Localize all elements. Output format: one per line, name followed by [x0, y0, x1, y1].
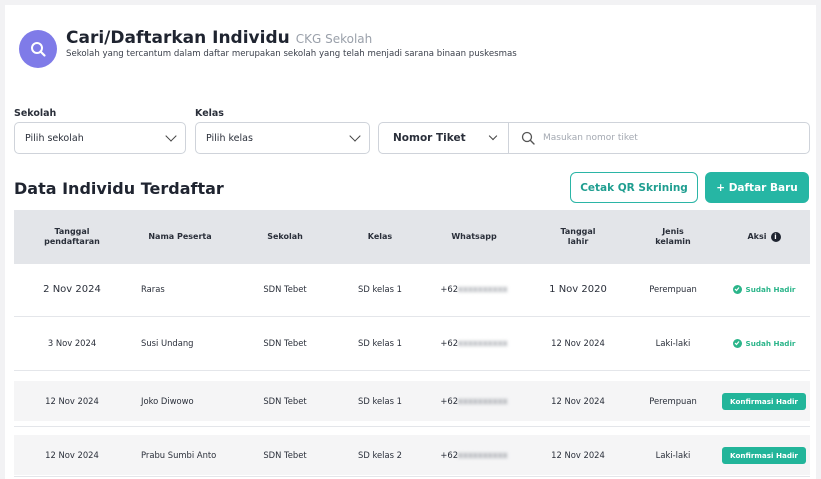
class-name: SD kelas 1: [358, 396, 402, 406]
section-title: Data Individu Terdaftar: [14, 179, 224, 198]
registered-date: 12 Nov 2024: [45, 396, 99, 406]
row-divider: [14, 316, 810, 317]
column-header: Aksi: [747, 232, 767, 242]
whatsapp-prefix: +62: [440, 396, 459, 406]
school-label: Sekolah: [14, 108, 57, 119]
check-icon: [732, 284, 742, 294]
class-name: SD kelas 2: [358, 450, 402, 460]
column-header: Nama Peserta: [148, 232, 212, 242]
registered-date: 12 Nov 2024: [45, 450, 99, 460]
column-header: Tanggal lahir: [560, 227, 596, 246]
row-divider: [14, 426, 810, 427]
ticket-search-field[interactable]: [509, 123, 809, 153]
whatsapp-prefix: +62: [440, 338, 459, 348]
attended-status-label: Sudah Hadir: [745, 338, 796, 348]
class-select-value: Pilih kelas: [206, 132, 253, 144]
school-select[interactable]: Pilih sekolah: [14, 122, 186, 154]
ticket-type-select[interactable]: Nomor Tiket: [379, 123, 509, 153]
school-name: SDN Tebet: [263, 450, 307, 460]
registered-date: 3 Nov 2024: [47, 338, 97, 348]
gender: Perempuan: [649, 396, 697, 406]
class-name: SD kelas 1: [358, 338, 402, 348]
birth-date: 1 Nov 2020: [549, 283, 607, 295]
whatsapp-number: +62 xxxxxxxxxx: [420, 269, 528, 309]
whatsapp-number: +62 xxxxxxxxxx: [420, 435, 528, 475]
search-icon: [19, 30, 57, 68]
participant-name: Joko Diwowo: [141, 396, 194, 406]
school-name: SDN Tebet: [263, 338, 307, 348]
column-header: Kelas: [367, 232, 393, 242]
action-cell: Konfirmasi Hadir: [718, 435, 810, 475]
whatsapp-redacted: xxxxxxxxxx: [458, 396, 508, 406]
participant-name: Raras: [141, 284, 165, 294]
page-title-suffix: CKG Sekolah: [295, 32, 373, 46]
ticket-search-group: Nomor Tiket: [378, 122, 810, 154]
whatsapp-prefix: +62: [440, 450, 459, 460]
table-row: 12 Nov 2024 Prabu Sumbi Anto SDN Tebet S…: [14, 435, 810, 475]
page-title-row: Cari/Daftarkan Individu CKG Sekolah: [66, 28, 372, 48]
register-new-button[interactable]: + Daftar Baru: [705, 172, 809, 203]
column-header: Sekolah: [267, 232, 303, 242]
search-icon: [521, 131, 535, 145]
action-cell: Sudah Hadir: [718, 323, 810, 363]
birth-date: 12 Nov 2024: [551, 338, 605, 348]
attended-status: Sudah Hadir: [732, 338, 796, 348]
print-qr-button[interactable]: Cetak QR Skrining: [570, 172, 698, 203]
action-cell: Konfirmasi Hadir: [718, 381, 810, 421]
chevron-down-icon: [488, 131, 498, 141]
participant-name: Prabu Sumbi Anto: [141, 450, 217, 460]
whatsapp-number: +62 xxxxxxxxxx: [420, 323, 528, 363]
page: Cari/Daftarkan Individu CKG Sekolah Seko…: [5, 5, 816, 479]
action-cell: Sudah Hadir: [718, 269, 810, 309]
whatsapp-redacted: xxxxxxxxxx: [458, 284, 508, 294]
confirm-attendance-button[interactable]: Konfirmasi Hadir: [722, 392, 806, 410]
school-name: SDN Tebet: [263, 396, 307, 406]
whatsapp-redacted: xxxxxxxxxx: [458, 450, 508, 460]
attended-status-label: Sudah Hadir: [745, 284, 796, 294]
gender: Laki-laki: [655, 338, 691, 348]
row-divider: [14, 476, 810, 477]
birth-date: 12 Nov 2024: [551, 450, 605, 460]
class-label: Kelas: [195, 108, 224, 119]
school-select-value: Pilih sekolah: [25, 132, 84, 144]
attended-status: Sudah Hadir: [732, 284, 796, 294]
ticket-type-value: Nomor Tiket: [393, 132, 466, 144]
registered-date: 2 Nov 2024: [43, 283, 101, 295]
info-icon[interactable]: i: [770, 232, 781, 242]
page-title: Cari/Daftarkan Individu: [66, 28, 290, 48]
column-header: Tanggal pendaftaran: [44, 227, 100, 246]
gender: Perempuan: [649, 284, 697, 294]
page-subtitle: Sekolah yang tercantum dalam daftar meru…: [66, 49, 517, 59]
column-header-action: Aksi i: [718, 210, 810, 264]
whatsapp-prefix: +62: [440, 284, 459, 294]
participant-name: Susi Undang: [141, 338, 194, 348]
class-name: SD kelas 1: [358, 284, 402, 294]
chevron-down-icon: [165, 130, 177, 142]
check-icon: [732, 338, 742, 348]
birth-date: 12 Nov 2024: [551, 396, 605, 406]
school-name: SDN Tebet: [263, 284, 307, 294]
table-row: 2 Nov 2024 Raras SDN Tebet SD kelas 1 +6…: [14, 269, 810, 309]
ticket-search-input[interactable]: [543, 133, 783, 143]
confirm-attendance-button[interactable]: Konfirmasi Hadir: [722, 446, 806, 464]
table-row: 12 Nov 2024 Joko Diwowo SDN Tebet SD kel…: [14, 381, 810, 421]
whatsapp-redacted: xxxxxxxxxx: [458, 338, 508, 348]
table-header: Tanggal pendaftaran Nama Peserta Sekolah…: [14, 210, 810, 264]
gender: Laki-laki: [655, 450, 691, 460]
chevron-down-icon: [349, 130, 361, 142]
class-select[interactable]: Pilih kelas: [195, 122, 370, 154]
whatsapp-number: +62 xxxxxxxxxx: [420, 381, 528, 421]
row-divider: [14, 370, 810, 371]
column-header: Jenis kelamin: [655, 227, 691, 246]
table-row: 3 Nov 2024 Susi Undang SDN Tebet SD kela…: [14, 323, 810, 363]
column-header: Whatsapp: [451, 232, 497, 242]
